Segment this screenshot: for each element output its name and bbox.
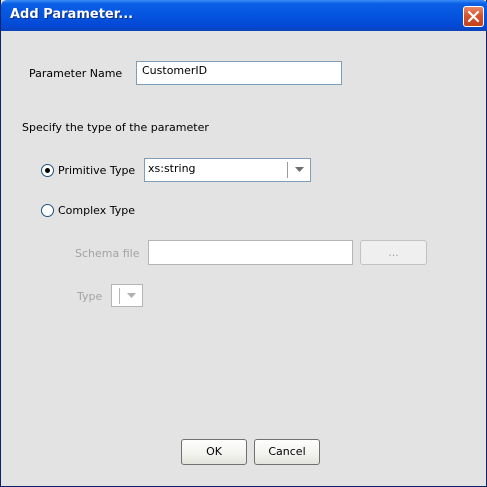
primitive-type-dropdown[interactable]: xs:string — [144, 158, 311, 182]
complex-type-label[interactable]: Complex Type — [58, 204, 135, 217]
browse-button[interactable]: ... — [360, 240, 427, 265]
type-dropdown[interactable] — [111, 284, 143, 307]
close-button[interactable] — [463, 6, 484, 27]
window-title: Add Parameter... — [10, 7, 134, 22]
dropdown-separator — [119, 288, 120, 304]
parameter-name-label: Parameter Name — [29, 67, 123, 80]
chevron-down-icon — [127, 293, 136, 298]
close-icon — [467, 10, 480, 23]
radio-selected-dot — [45, 168, 50, 173]
cancel-button[interactable]: Cancel — [254, 439, 320, 465]
primitive-type-value: xs:string — [148, 162, 196, 175]
complex-type-radio[interactable] — [41, 204, 54, 217]
primitive-type-radio[interactable] — [41, 164, 54, 177]
primitive-type-label[interactable]: Primitive Type — [58, 164, 135, 177]
type-label: Type — [77, 290, 103, 303]
dropdown-separator — [287, 162, 288, 178]
schema-file-label: Schema file — [75, 247, 140, 260]
chevron-down-icon — [295, 167, 304, 172]
title-bar[interactable]: Add Parameter... — [1, 0, 487, 31]
schema-file-input[interactable] — [148, 240, 353, 265]
dialog-body: Parameter Name CustomerID Specify the ty… — [4, 31, 484, 482]
parameter-name-input[interactable]: CustomerID — [136, 61, 342, 85]
add-parameter-dialog: Add Parameter... Parameter Name Customer… — [0, 0, 487, 487]
type-section-heading: Specify the type of the parameter — [22, 121, 209, 134]
ok-button[interactable]: OK — [181, 439, 247, 465]
